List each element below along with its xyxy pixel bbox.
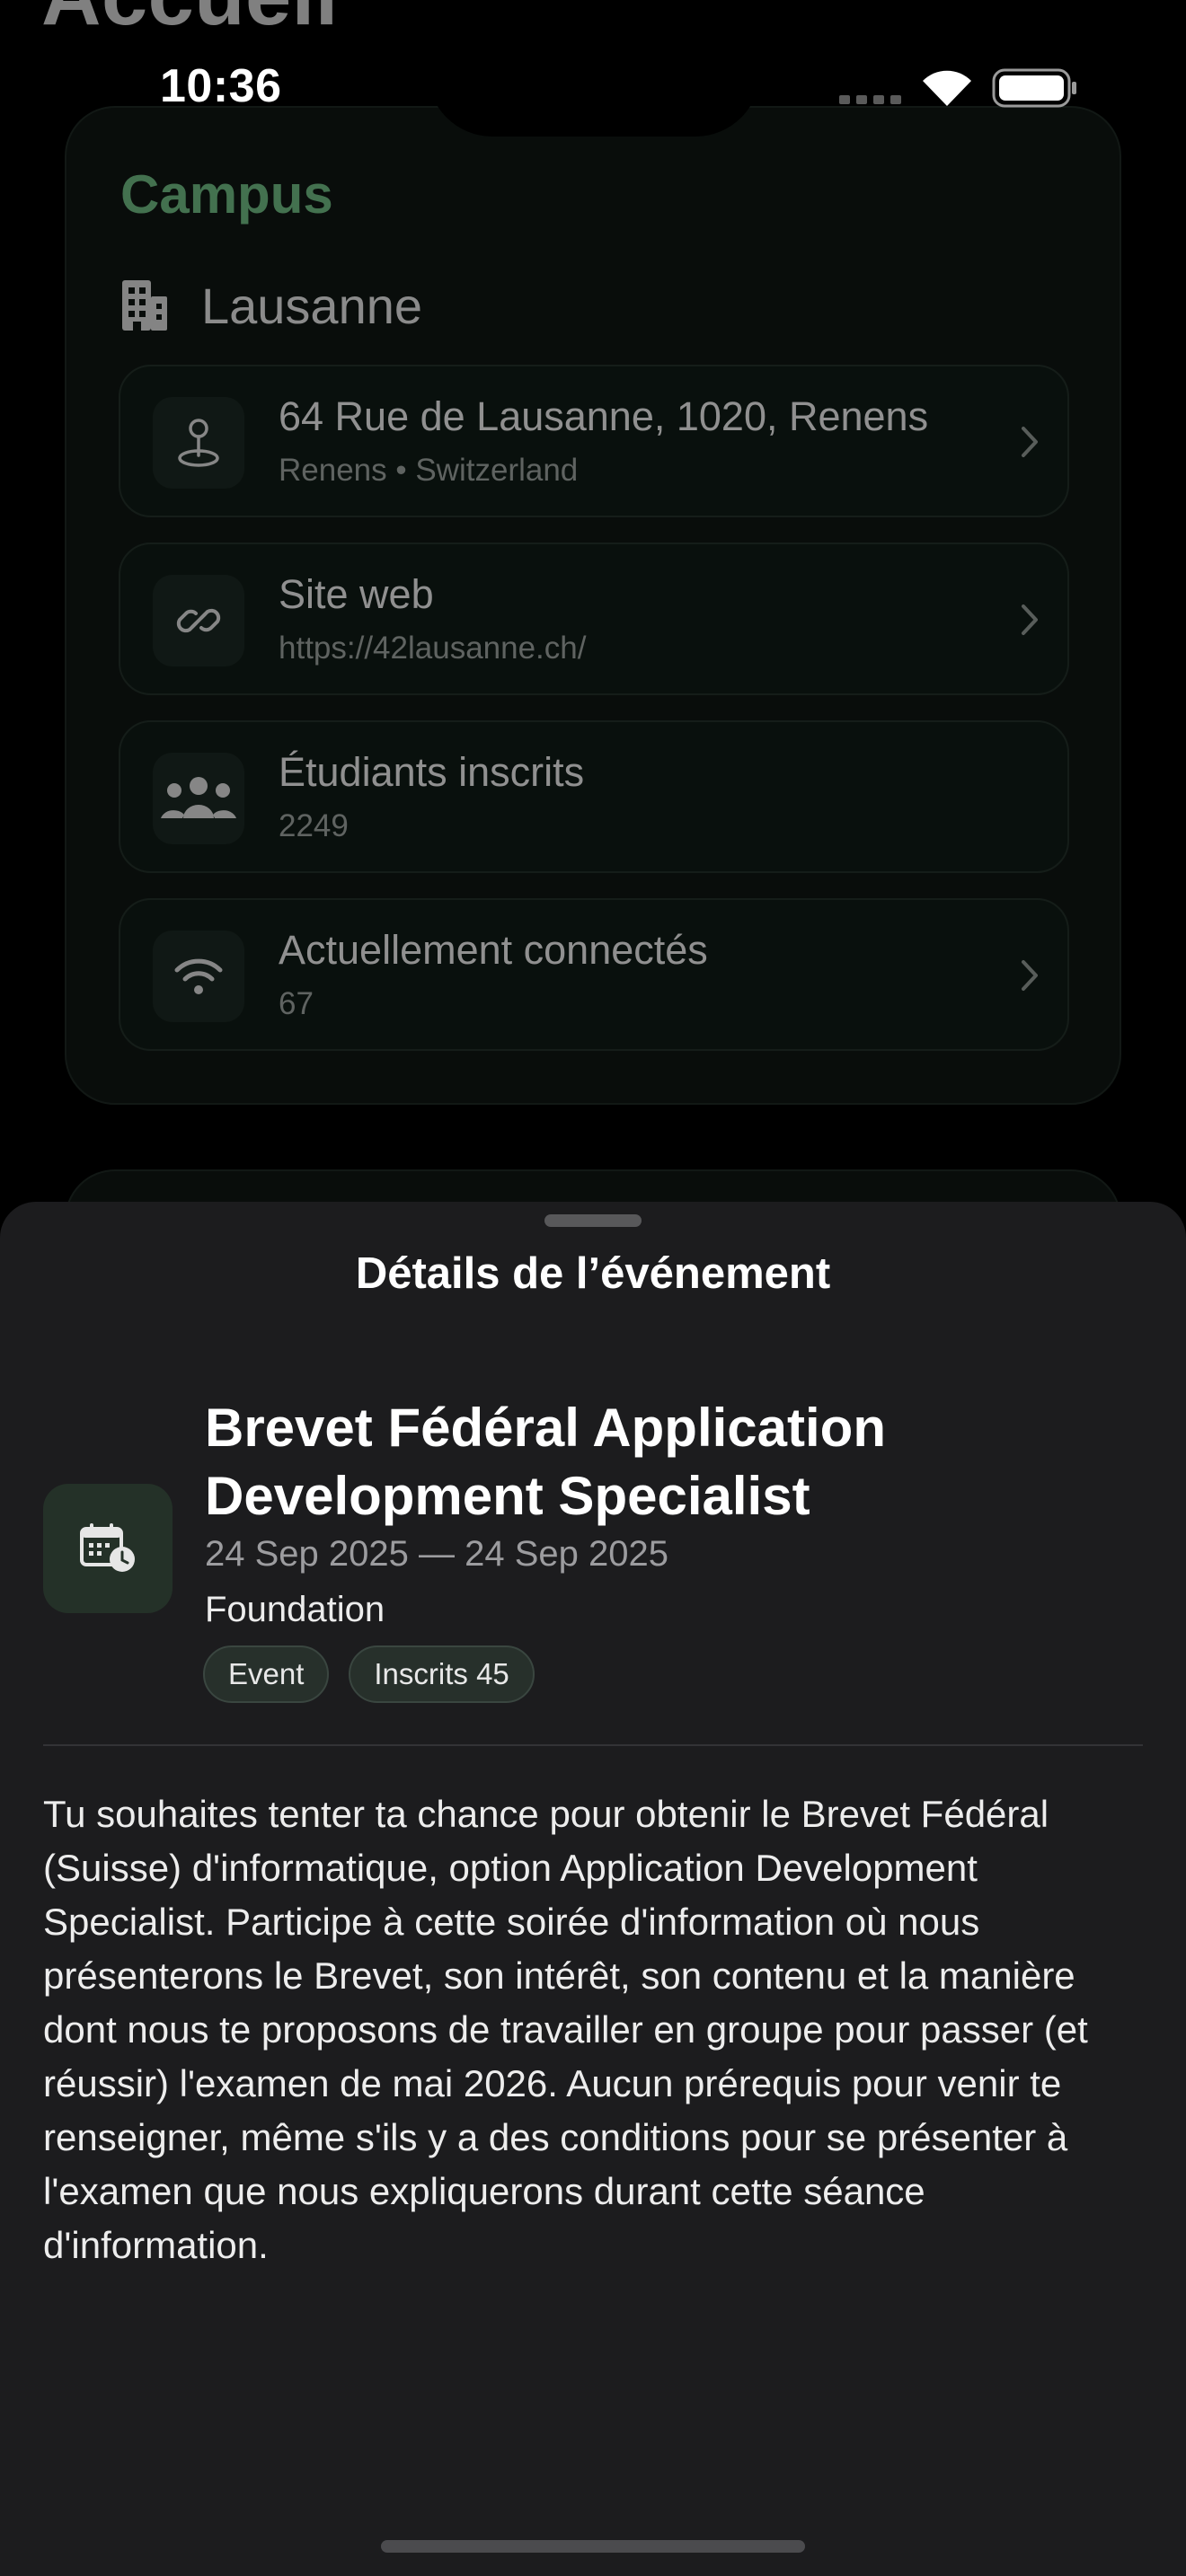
connected-title: Actuellement connectés xyxy=(279,927,708,973)
website-url: https://42lausanne.ch/ xyxy=(279,631,587,666)
chevron-right-icon xyxy=(1022,960,1038,991)
event-type-chip: Event xyxy=(203,1645,330,1703)
registrations-chip: Inscrits 45 xyxy=(349,1645,535,1703)
website-row[interactable]: Site web https://42lausanne.ch/ xyxy=(119,543,1069,695)
battery-icon xyxy=(992,68,1076,108)
calendar-clock-icon xyxy=(43,1484,173,1613)
home-indicator[interactable] xyxy=(381,2540,805,2553)
status-wifi-icon xyxy=(923,70,971,106)
event-dates: 24 Sep 2025 — 24 Sep 2025 xyxy=(205,1534,668,1574)
campus-city: Lausanne xyxy=(120,277,422,334)
people-icon xyxy=(153,753,244,844)
website-title: Site web xyxy=(279,571,434,617)
students-count: 2249 xyxy=(279,808,349,843)
event-chips: Event Inscrits 45 xyxy=(203,1645,535,1703)
screen: Accueil Campus Lausanne xyxy=(0,0,1186,2576)
building-icon xyxy=(122,280,167,331)
campus-card: Campus Lausanne 64 Rue de Lausanne, 1020… xyxy=(65,106,1121,1105)
event-details-sheet: Détails de l’événement Brevet Fédéral Ap… xyxy=(0,1202,1186,2576)
wifi-icon xyxy=(153,931,244,1022)
chevron-right-icon xyxy=(1022,427,1038,457)
chevron-right-icon xyxy=(1022,604,1038,635)
cellular-signal-icon xyxy=(839,95,901,104)
background-page: Accueil Campus Lausanne xyxy=(0,0,1186,1349)
sheet-title: Détails de l’événement xyxy=(355,1249,831,1298)
divider xyxy=(43,1744,1143,1746)
address-title: 64 Rue de Lausanne, 1020, Renens xyxy=(279,393,929,439)
event-title: Brevet Fédéral Application Development S… xyxy=(205,1398,886,1526)
connected-row[interactable]: Actuellement connectés 67 xyxy=(119,898,1069,1051)
campus-heading: Campus xyxy=(120,164,333,225)
event-category: Foundation xyxy=(205,1590,385,1629)
campus-city-label: Lausanne xyxy=(201,277,423,334)
students-title: Étudiants inscrits xyxy=(279,749,585,795)
status-time: 10:36 xyxy=(160,60,282,112)
link-icon xyxy=(153,575,244,666)
notch xyxy=(428,0,760,137)
address-row[interactable]: 64 Rue de Lausanne, 1020, Renens Renens … xyxy=(119,365,1069,517)
students-row: Étudiants inscrits 2249 xyxy=(119,720,1069,873)
event-description: Tu souhaites tenter ta chance pour obten… xyxy=(43,1793,1088,2266)
address-subtitle: Renens • Switzerland xyxy=(279,453,579,488)
map-pin-icon xyxy=(153,397,244,489)
connected-count: 67 xyxy=(279,986,314,1021)
page-title: Accueil xyxy=(41,0,339,44)
sheet-grabber[interactable] xyxy=(544,1214,642,1227)
